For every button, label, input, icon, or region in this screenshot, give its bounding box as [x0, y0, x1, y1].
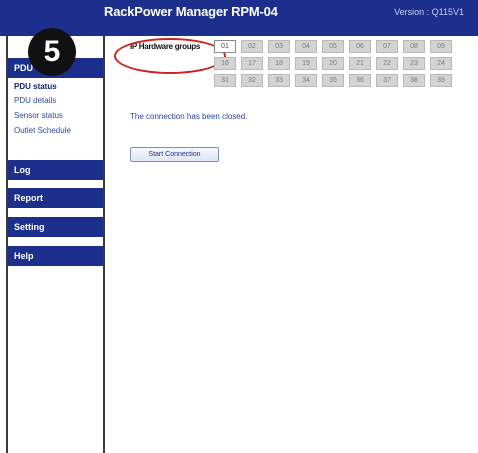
hardware-group-05[interactable]: 05 [322, 40, 344, 53]
hardware-group-37[interactable]: 37 [376, 74, 398, 87]
hardware-group-23[interactable]: 23 [403, 57, 425, 70]
hardware-group-04[interactable]: 04 [295, 40, 317, 53]
sidebar-section-log[interactable]: Log [8, 160, 103, 180]
hardware-group-22[interactable]: 22 [376, 57, 398, 70]
hardware-group-03[interactable]: 03 [268, 40, 290, 53]
hardware-group-39[interactable]: 39 [430, 74, 452, 87]
step-number-badge: 5 [28, 28, 76, 76]
sidebar: PDU PDU status PDU details Sensor status… [6, 36, 105, 453]
hardware-group-38[interactable]: 38 [403, 74, 425, 87]
sidebar-item-pdu-status[interactable]: PDU status [14, 82, 57, 91]
hardware-group-32[interactable]: 32 [241, 74, 263, 87]
hardware-group-19[interactable]: 19 [295, 57, 317, 70]
annotation-highlight-oval [114, 38, 226, 74]
sidebar-item-pdu-details[interactable]: PDU details [14, 96, 56, 105]
hardware-group-02[interactable]: 02 [241, 40, 263, 53]
hardware-group-17[interactable]: 17 [241, 57, 263, 70]
sidebar-section-help[interactable]: Help [8, 246, 103, 266]
hardware-group-36[interactable]: 36 [349, 74, 371, 87]
app-header: RackPower Manager RPM-04 Version : Q115V… [0, 0, 478, 36]
sidebar-section-report[interactable]: Report [8, 188, 103, 208]
hardware-group-35[interactable]: 35 [322, 74, 344, 87]
sidebar-item-sensor-status[interactable]: Sensor status [14, 111, 63, 120]
hardware-group-18[interactable]: 18 [268, 57, 290, 70]
hardware-group-16[interactable]: 16 [214, 57, 236, 70]
connection-status-message: The connection has been closed. [130, 112, 248, 121]
version-label: Version : Q115V1 [394, 7, 464, 17]
app-title: RackPower Manager RPM-04 [104, 4, 278, 19]
hardware-group-01[interactable]: 01 [214, 40, 236, 53]
sidebar-section-setting[interactable]: Setting [8, 217, 103, 237]
hardware-group-24[interactable]: 24 [430, 57, 452, 70]
hardware-group-31[interactable]: 31 [214, 74, 236, 87]
hardware-group-33[interactable]: 33 [268, 74, 290, 87]
hardware-group-34[interactable]: 34 [295, 74, 317, 87]
hardware-group-06[interactable]: 06 [349, 40, 371, 53]
hardware-group-21[interactable]: 21 [349, 57, 371, 70]
hardware-group-08[interactable]: 08 [403, 40, 425, 53]
start-connection-button[interactable]: Start Connection [130, 147, 219, 162]
hardware-group-09[interactable]: 09 [430, 40, 452, 53]
sidebar-item-outlet-schedule[interactable]: Outlet Schedule [14, 126, 71, 135]
hardware-group-07[interactable]: 07 [376, 40, 398, 53]
hardware-group-20[interactable]: 20 [322, 57, 344, 70]
